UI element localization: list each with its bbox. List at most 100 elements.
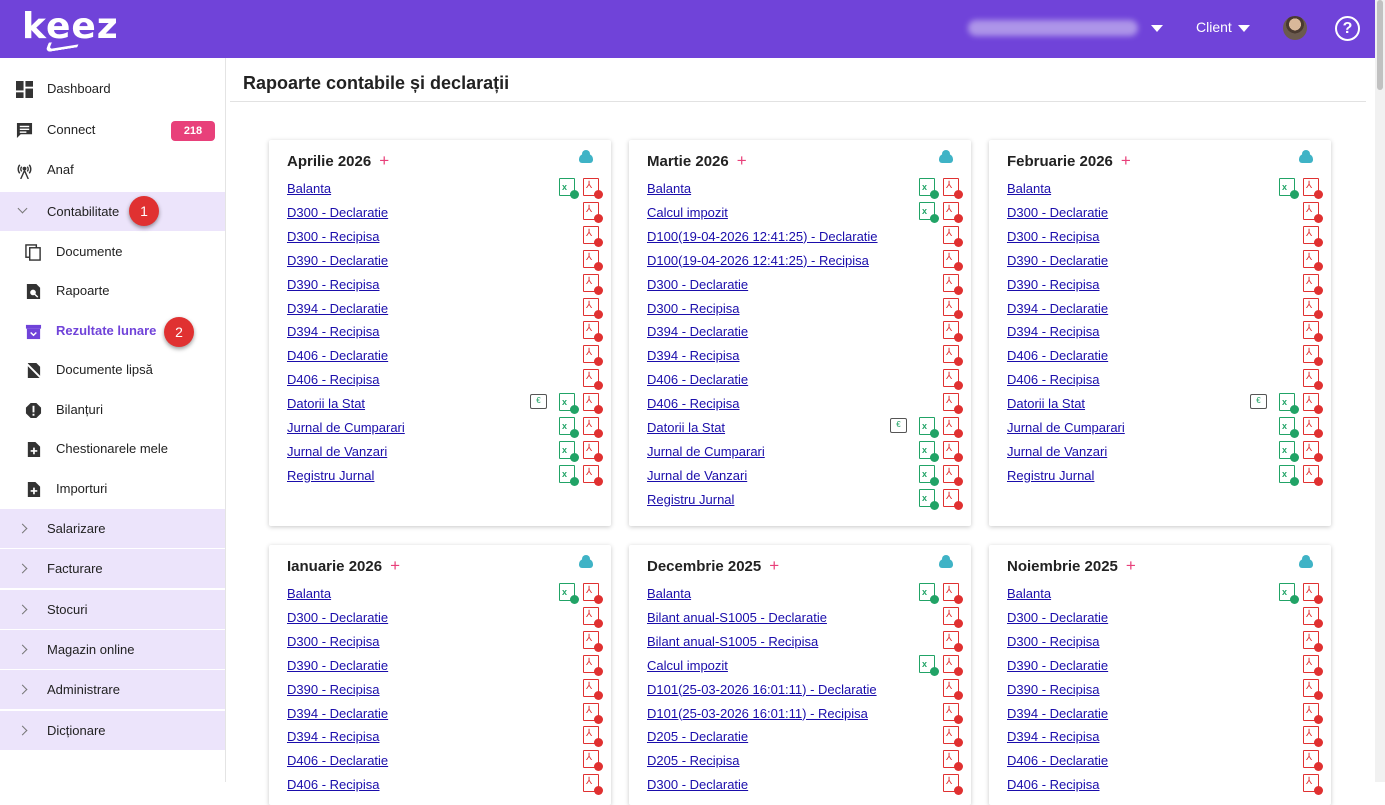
report-link[interactable]: D300 - Declaratie (287, 205, 388, 220)
report-link[interactable]: Jurnal de Cumparari (1007, 420, 1125, 435)
pdf-download-icon[interactable]: ⅄ (583, 178, 603, 199)
excel-download-icon[interactable]: x (919, 417, 939, 438)
report-link[interactable]: Calcul impozit (647, 658, 728, 673)
cloud-download-icon[interactable] (579, 150, 593, 163)
add-icon[interactable]: + (390, 556, 400, 575)
pdf-download-icon[interactable]: ⅄ (583, 297, 603, 319)
report-link[interactable]: D390 - Recipisa (287, 277, 380, 292)
pdf-download-icon[interactable]: ⅄ (943, 225, 963, 247)
pdf-download-icon[interactable]: ⅄ (583, 273, 603, 295)
pdf-download-icon[interactable]: ⅄ (583, 201, 603, 223)
report-link[interactable]: Calcul impozit (647, 205, 728, 220)
report-link[interactable]: D390 - Declaratie (1007, 658, 1108, 673)
excel-download-icon[interactable]: x (559, 440, 579, 462)
report-link[interactable]: D100(19-04-2026 12:41:25) - Recipisa (647, 253, 869, 268)
pdf-download-icon[interactable]: ⅄ (943, 249, 963, 271)
pdf-download-icon[interactable]: ⅄ (583, 654, 603, 676)
pdf-download-icon[interactable]: ⅄ (583, 225, 603, 247)
report-link[interactable]: Datorii la Stat (647, 420, 725, 435)
pdf-download-icon[interactable]: ⅄ (1303, 726, 1323, 748)
pdf-download-icon[interactable]: ⅄ (943, 417, 963, 438)
pdf-download-icon[interactable]: ⅄ (1303, 606, 1323, 628)
pdf-download-icon[interactable]: ⅄ (943, 321, 963, 343)
report-link[interactable]: D100(19-04-2026 12:41:25) - Declaratie (647, 229, 878, 244)
report-link[interactable]: Balanta (647, 586, 691, 601)
report-link[interactable]: Balanta (1007, 586, 1051, 601)
report-link[interactable]: D394 - Recipisa (287, 729, 380, 744)
report-link[interactable]: D406 - Recipisa (1007, 372, 1100, 387)
role-selector[interactable]: Client (1196, 19, 1232, 35)
report-link[interactable]: Jurnal de Cumparari (287, 420, 405, 435)
pdf-download-icon[interactable]: ⅄ (583, 464, 603, 486)
report-link[interactable]: D394 - Recipisa (1007, 729, 1100, 744)
pdf-download-icon[interactable]: ⅄ (943, 440, 963, 462)
report-link[interactable]: D406 - Declaratie (287, 348, 388, 363)
report-link[interactable]: D394 - Recipisa (1007, 324, 1100, 339)
excel-download-icon[interactable]: x (1279, 583, 1299, 604)
excel-download-icon[interactable]: x (919, 654, 939, 676)
excel-download-icon[interactable]: x (919, 488, 939, 510)
pdf-download-icon[interactable]: ⅄ (1303, 297, 1323, 319)
report-link[interactable]: D394 - Declaratie (287, 706, 388, 721)
report-link[interactable]: D300 - Recipisa (1007, 634, 1100, 649)
pdf-download-icon[interactable]: ⅄ (943, 774, 963, 796)
pdf-download-icon[interactable]: ⅄ (943, 273, 963, 295)
sidebar-item-chestionarele-mele[interactable]: Chestionarele mele (0, 429, 225, 469)
currency-sheet-icon[interactable]: € (890, 418, 907, 433)
user-avatar[interactable] (1283, 16, 1307, 40)
report-link[interactable]: D406 - Declaratie (1007, 348, 1108, 363)
pdf-download-icon[interactable]: ⅄ (1303, 273, 1323, 295)
excel-download-icon[interactable]: x (559, 583, 579, 604)
excel-download-icon[interactable]: x (1279, 393, 1299, 415)
pdf-download-icon[interactable]: ⅄ (583, 630, 603, 652)
role-dropdown-icon[interactable] (1238, 25, 1250, 32)
pdf-download-icon[interactable]: ⅄ (943, 583, 963, 604)
report-link[interactable]: D390 - Recipisa (1007, 682, 1100, 697)
add-icon[interactable]: + (379, 151, 389, 170)
cloud-download-icon[interactable] (579, 555, 593, 568)
pdf-download-icon[interactable]: ⅄ (1303, 630, 1323, 652)
report-link[interactable]: D300 - Recipisa (287, 229, 380, 244)
cloud-download-icon[interactable] (1299, 150, 1313, 163)
report-link[interactable]: Jurnal de Vanzari (647, 468, 747, 483)
help-icon[interactable]: ? (1335, 16, 1360, 41)
sidebar-section-facturare[interactable]: Facturare (0, 549, 225, 589)
add-icon[interactable]: + (769, 556, 779, 575)
report-link[interactable]: D300 - Recipisa (647, 301, 740, 316)
report-link[interactable]: D205 - Declaratie (647, 729, 748, 744)
pdf-download-icon[interactable]: ⅄ (943, 630, 963, 652)
pdf-download-icon[interactable]: ⅄ (1303, 225, 1323, 247)
report-link[interactable]: Jurnal de Vanzari (287, 444, 387, 459)
report-link[interactable]: D406 - Recipisa (287, 777, 380, 792)
add-icon[interactable]: + (1126, 556, 1136, 575)
pdf-download-icon[interactable]: ⅄ (943, 726, 963, 748)
report-link[interactable]: D205 - Recipisa (647, 753, 740, 768)
currency-sheet-icon[interactable]: € (1250, 394, 1267, 410)
report-link[interactable]: D300 - Declaratie (647, 777, 748, 792)
pdf-download-icon[interactable]: ⅄ (1303, 583, 1323, 604)
report-link[interactable]: D406 - Recipisa (647, 396, 740, 411)
pdf-download-icon[interactable]: ⅄ (1303, 178, 1323, 199)
report-link[interactable]: D394 - Declaratie (1007, 706, 1108, 721)
pdf-download-icon[interactable]: ⅄ (943, 750, 963, 772)
pdf-download-icon[interactable]: ⅄ (583, 440, 603, 462)
report-link[interactable]: D406 - Recipisa (287, 372, 380, 387)
report-link[interactable]: D390 - Recipisa (287, 682, 380, 697)
sidebar-section-magazin-online[interactable]: Magazin online (0, 630, 225, 670)
excel-download-icon[interactable]: x (559, 417, 579, 438)
pdf-download-icon[interactable]: ⅄ (943, 464, 963, 486)
pdf-download-icon[interactable]: ⅄ (583, 583, 603, 604)
pdf-download-icon[interactable]: ⅄ (943, 178, 963, 199)
pdf-download-icon[interactable]: ⅄ (1303, 345, 1323, 367)
report-link[interactable]: D390 - Declaratie (287, 658, 388, 673)
pdf-download-icon[interactable]: ⅄ (1303, 440, 1323, 462)
cloud-download-icon[interactable] (1299, 555, 1313, 568)
report-link[interactable]: D406 - Declaratie (647, 372, 748, 387)
excel-download-icon[interactable]: x (1279, 417, 1299, 438)
excel-download-icon[interactable]: x (1279, 178, 1299, 199)
pdf-download-icon[interactable]: ⅄ (943, 678, 963, 700)
excel-download-icon[interactable]: x (1279, 440, 1299, 462)
report-link[interactable]: D394 - Recipisa (287, 324, 380, 339)
report-link[interactable]: Datorii la Stat (287, 396, 365, 411)
excel-download-icon[interactable]: x (919, 201, 939, 223)
